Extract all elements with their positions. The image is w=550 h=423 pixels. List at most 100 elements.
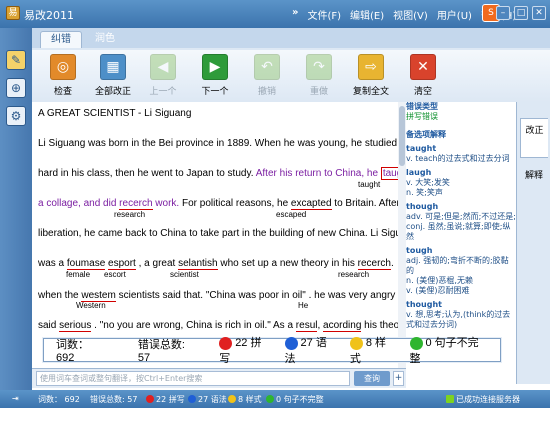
maximize-button[interactable]: □ [514, 6, 528, 20]
alternative-word[interactable]: taught [406, 144, 516, 154]
expand-arrow-icon[interactable]: ⇥ [12, 394, 19, 403]
app-logo-icon: 易 [6, 6, 20, 20]
next-button[interactable]: ▶ 下一个 [192, 54, 238, 97]
incomplete-count: 0 句子不完整 [409, 336, 479, 365]
ribbon: 纠错 润色 ◎ 检查 ▦ 全部改正 ◀ 上一个 ▶ 下一个 ↶ 撤销 ↷ 重做 … [32, 28, 550, 102]
alternative-definition: n. 笑;笑声 [406, 188, 443, 197]
document-scrollbar[interactable] [398, 102, 406, 368]
left-sidebar: ✎ ⊕ ⚙ [0, 28, 32, 390]
style-count: 8 样式 [349, 336, 387, 365]
suggestion-label: female [66, 270, 91, 279]
tab-correction[interactable]: 改正 [520, 118, 548, 158]
apply-all-icon: ▦ [100, 54, 126, 80]
spelling-error-word[interactable]: foumase [66, 258, 106, 270]
doc-line: hard in his class, then he went to Japan… [38, 167, 404, 180]
redo-button[interactable]: ↷ 重做 [296, 54, 342, 97]
suggestion-label: escaped [276, 210, 307, 219]
undo-icon: ↶ [254, 54, 280, 80]
red-dot-icon [146, 395, 154, 403]
doc-line: Li Siguang was born in the Bei province … [38, 138, 398, 149]
status-spell-count: 22 拼写 [146, 394, 185, 405]
suggestion-label: Western [76, 301, 106, 310]
status-style-count: 8 样式 [228, 394, 262, 405]
red-dot-icon [219, 336, 233, 350]
toolbar: ◎ 检查 ▦ 全部改正 ◀ 上一个 ▶ 下一个 ↶ 撤销 ↷ 重做 ⇨ 复制全文… [32, 50, 550, 102]
menu-edit[interactable]: 编辑(E) [350, 7, 384, 22]
status-incomplete-count: 0 句子不完整 [266, 394, 324, 405]
green-dot-icon [266, 395, 274, 403]
tab-explanation[interactable]: 解释 [520, 164, 548, 204]
compass-icon[interactable]: ⊕ [6, 78, 26, 98]
app-title: 易改2011 [24, 9, 74, 22]
yellow-dot-icon [228, 395, 236, 403]
doc-line: said serious . "no you are wrong, China … [38, 320, 405, 332]
clear-button[interactable]: ✕ 清空 [400, 54, 446, 97]
server-status: 已成功连接服务器 [446, 394, 520, 405]
title-bar: 易 易改2011 » 文件(F) 编辑(E) 视图(V) 用户(U) 帮助(H)… [0, 0, 550, 28]
stats-popup: 词数： 692 错误总数: 57 22 拼写 27 语法 8 样式 0 句子不完… [43, 336, 501, 365]
copy-all-button[interactable]: ⇨ 复制全文 [348, 54, 394, 97]
doc-title: A GREAT SCIENTIST - Li Siguang [38, 108, 192, 119]
alternative-word[interactable]: laugh [406, 168, 516, 178]
alternative-definition: adv. 可是;但是;然而;不过还是; [406, 212, 516, 221]
spelling-error-word[interactable]: excapted [290, 198, 332, 210]
blue-dot-icon [284, 336, 298, 350]
suggestion-label: He [298, 301, 309, 310]
error-count: 错误总数: 57 [137, 339, 185, 364]
alternative-word[interactable]: though [406, 202, 516, 212]
spelling-error-word[interactable]: resul [295, 320, 318, 332]
suggestion-label: taught [358, 180, 381, 189]
suggestion-label: escort [104, 270, 126, 279]
alternative-word[interactable]: tough [406, 246, 516, 256]
suggestion-label: research [114, 210, 146, 219]
spell-count: 22 拼写 [219, 336, 262, 365]
check-button[interactable]: ◎ 检查 [40, 54, 86, 97]
status-grammar-count: 27 语法 [188, 394, 227, 405]
word-count: 词数： 692 [56, 339, 89, 364]
alternative-definition: v. teach的过去式和过去分词 [406, 154, 510, 163]
tab-polish[interactable]: 润色 [84, 31, 126, 48]
spelling-error-word[interactable]: esport [108, 258, 136, 270]
alternative-definition: v. (美俚)忍耐困难 [406, 286, 470, 295]
side-tabs: 改正 解释 [516, 102, 550, 384]
notepad-icon[interactable]: ✎ [6, 50, 26, 70]
menu-file[interactable]: 文件(F) [307, 7, 341, 22]
search-input[interactable]: 使用词车查词或整句翻译，按Ctrl+Enter搜索 [36, 371, 350, 386]
spelling-error-word[interactable]: acording [323, 320, 362, 332]
undo-button[interactable]: ↶ 撤销 [244, 54, 290, 97]
doc-line: liberation, he came back to China to tak… [38, 228, 405, 239]
menu-view[interactable]: 视图(V) [393, 7, 428, 22]
doc-line: was a foumase esport , a great selantish… [38, 258, 394, 270]
grammar-count: 27 语法 [284, 336, 327, 365]
add-icon[interactable]: + [393, 371, 404, 386]
error-type-label: 错误类型 [406, 102, 438, 111]
search-button[interactable]: 查询 [354, 371, 390, 386]
spelling-error-word[interactable]: recerch [119, 198, 153, 210]
spelling-error-word[interactable]: serious [59, 320, 92, 332]
scrollbar-thumb[interactable] [399, 106, 405, 166]
gear-icon[interactable]: ⚙ [6, 106, 26, 126]
document-editor[interactable]: A GREAT SCIENTIST - Li Siguang Li Siguan… [32, 102, 405, 368]
green-dot-icon [409, 336, 423, 350]
error-type-value: 拼写错误 [406, 112, 438, 121]
alternative-word[interactable]: thought [406, 300, 516, 310]
tab-correct[interactable]: 纠错 [40, 31, 82, 48]
alternative-definition: conj. 虽然;虽说;就算;即使;纵然 [406, 222, 511, 241]
alternative-definition: adj. 强韧的;弯折不断的;胶黏的 [406, 256, 509, 275]
status-error-count: 错误总数: 57 [90, 395, 138, 404]
window-bottom [0, 408, 550, 423]
alternative-definition: v. 想,思考;认为,(think的过去式和过去分词) [406, 310, 511, 329]
previous-icon: ◀ [150, 54, 176, 80]
minimize-button[interactable]: – [496, 6, 510, 20]
previous-button[interactable]: ◀ 上一个 [140, 54, 186, 97]
ribbon-tabs: 纠错 润色 [32, 28, 550, 48]
alternative-definition: v. 大笑;发笑 [406, 178, 450, 187]
menu-expand-icon[interactable]: » [292, 7, 298, 22]
spelling-error-word[interactable]: selantish [178, 258, 218, 270]
spelling-error-word[interactable]: recerch [357, 258, 391, 270]
menu-user[interactable]: 用户(U) [437, 7, 472, 22]
alternatives-label: 备选项解释 [406, 130, 446, 139]
apply-all-button[interactable]: ▦ 全部改正 [90, 54, 136, 97]
close-button[interactable]: ✕ [532, 6, 546, 20]
yellow-dot-icon [349, 336, 363, 350]
